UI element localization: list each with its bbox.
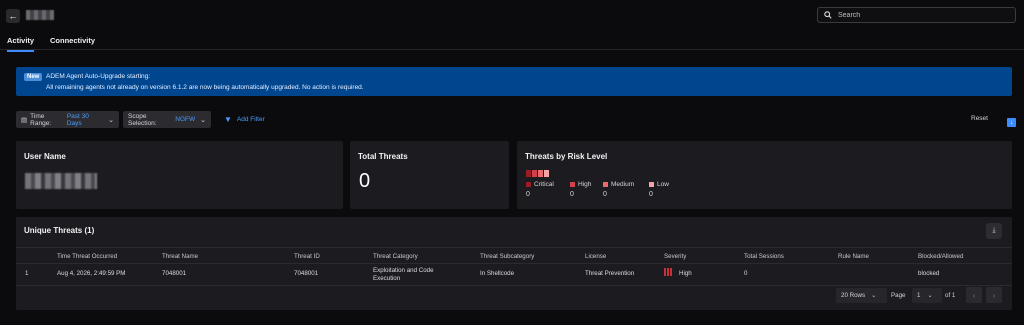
col-threat-name[interactable]: Threat Name [162,253,198,261]
download-icon[interactable]: ⤓ [986,223,1002,239]
search-input[interactable] [838,11,1008,19]
rows-per-page-select[interactable]: 20 Rows ⌄ [836,288,887,303]
chevron-down-icon: ⌄ [200,116,206,124]
card-title: Total Threats [358,152,408,161]
critical-swatch [526,181,531,187]
page-label: Page [891,292,906,299]
chevron-right-icon[interactable]: › [986,287,1002,303]
severity-label: High [679,270,692,278]
total-threats-value: 0 [359,170,371,192]
risk-count: 0 [649,191,653,198]
scope-selection-dropdown[interactable]: Scope Selection: NGFW ⌄ [123,111,211,128]
cell-threat-id: 7048001 [294,270,319,277]
risk-label: Medium [611,181,635,188]
risk-label: High [578,181,592,188]
tab-bar: Activity Connectivity [0,32,1024,52]
add-filter-button[interactable]: ▼ Add Filter [224,115,265,124]
risk-label: Low [657,181,669,188]
risk-item-critical: Critical 0 [526,181,564,198]
calendar-icon: ▤ [21,116,28,124]
col-license[interactable]: License [585,253,606,261]
high-swatch [570,181,575,187]
scope-value: NGFW [175,116,196,123]
risk-item-medium: Medium 0 [603,181,643,198]
pagination: 20 Rows ⌄ Page 1 ⌄ of 1 ‹ › [16,287,1012,305]
upgrade-banner: New ADEM Agent Auto-Upgrade starting: Al… [16,67,1012,96]
chevron-left-icon[interactable]: ‹ [966,287,982,303]
card-title: Threats by Risk Level [525,152,608,161]
cell-blocked-allowed: blocked [918,270,940,277]
risk-legend: Critical 0 High 0 Medium 0 Low 0 [526,181,685,198]
cell-threat-name: 7048001 [162,270,187,277]
funnel-icon: ▼ [224,115,232,124]
search-icon [824,11,832,19]
unique-threats-title: Unique Threats (1) [24,226,95,235]
unique-threats-panel: Unique Threats (1) ⤓ Time Threat Occurre… [16,217,1012,310]
cell-total-sessions: 0 [744,270,748,277]
col-total-sessions[interactable]: Total Sessions [744,253,784,261]
col-rule-name[interactable]: Rule Name [838,253,869,261]
risk-level-card: Threats by Risk Level Critical 0 High 0 … [517,141,1012,209]
time-range-value: Past 30 Days [66,112,89,127]
chevron-down-icon: ⌄ [108,116,114,124]
new-badge: New [24,73,43,81]
chevron-down-icon: ⌄ [871,292,877,299]
banner-title: ADEM Agent Auto-Upgrade starting: [46,73,151,80]
row-index: 1 [25,270,29,277]
cell-license: Threat Prevention [585,270,635,277]
banner-text: All remaining agents not already on vers… [46,84,364,91]
page-select[interactable]: 1 ⌄ [912,288,942,303]
low-swatch [649,181,654,187]
user-name-redacted [25,173,97,189]
page-count: of 1 [945,292,956,299]
risk-label: Critical [534,181,554,188]
search-box[interactable] [817,7,1016,23]
total-threats-card: Total Threats 0 [350,141,509,209]
risk-bar-low [544,170,549,177]
cell-time: Aug 4, 2026, 2:49:59 PM [57,270,126,277]
scope-label: Scope Selection: [128,112,157,127]
risk-count: 0 [603,191,607,198]
risk-item-low: Low 0 [649,181,679,198]
category-line: Execution [373,275,401,282]
table-row[interactable]: 1 Aug 4, 2026, 2:49:59 PM 7048001 704800… [16,264,1012,286]
tab-activity[interactable]: Activity [7,36,35,52]
col-subcategory[interactable]: Threat Subcategory [480,253,534,261]
add-filter-label: Add Filter [236,116,265,123]
col-threat-id[interactable]: Threat ID [294,253,320,261]
col-severity[interactable]: Severity [664,253,686,261]
risk-count: 0 [526,191,530,198]
table-header: Time Threat Occurred Threat Name Threat … [16,247,1012,264]
risk-level-bar [526,170,550,177]
rows-per-page-value: 20 Rows [841,292,866,299]
reset-button[interactable]: Reset [971,115,988,122]
card-title: User Name [24,152,66,161]
category-line: Exploitation and Code [373,267,434,274]
page-title-redacted [26,10,54,20]
risk-item-high: High 0 [570,181,597,198]
time-range-dropdown[interactable]: ▤ Time Range: Past 30 Days ⌄ [16,111,119,128]
medium-swatch [603,181,608,187]
col-time[interactable]: Time Threat Occurred [57,253,117,261]
user-name-card: User Name [16,141,343,209]
arrow-left-icon[interactable]: ← [6,9,20,23]
risk-count: 0 [570,191,574,198]
risk-bar-high [532,170,537,177]
page-value: 1 [917,292,921,299]
cell-severity: High [664,268,692,279]
risk-bar-critical [526,170,531,177]
severity-bars-icon [664,268,673,279]
col-blocked-allowed[interactable]: Blocked/Allowed [918,253,963,261]
top-bar: ← [0,0,1024,32]
risk-bar-medium [538,170,543,177]
download-icon[interactable]: ↓ [1007,118,1016,127]
filter-bar: ▤ Time Range: Past 30 Days ⌄ Scope Selec… [16,111,1016,129]
tab-connectivity[interactable]: Connectivity [50,36,95,50]
cell-subcategory: In Shellcode [480,270,515,277]
chevron-down-icon: ⌄ [927,292,933,299]
col-category[interactable]: Threat Category [373,253,418,261]
time-range-label: Time Range: [30,112,52,127]
cell-category: Exploitation and Code Execution [373,267,434,283]
